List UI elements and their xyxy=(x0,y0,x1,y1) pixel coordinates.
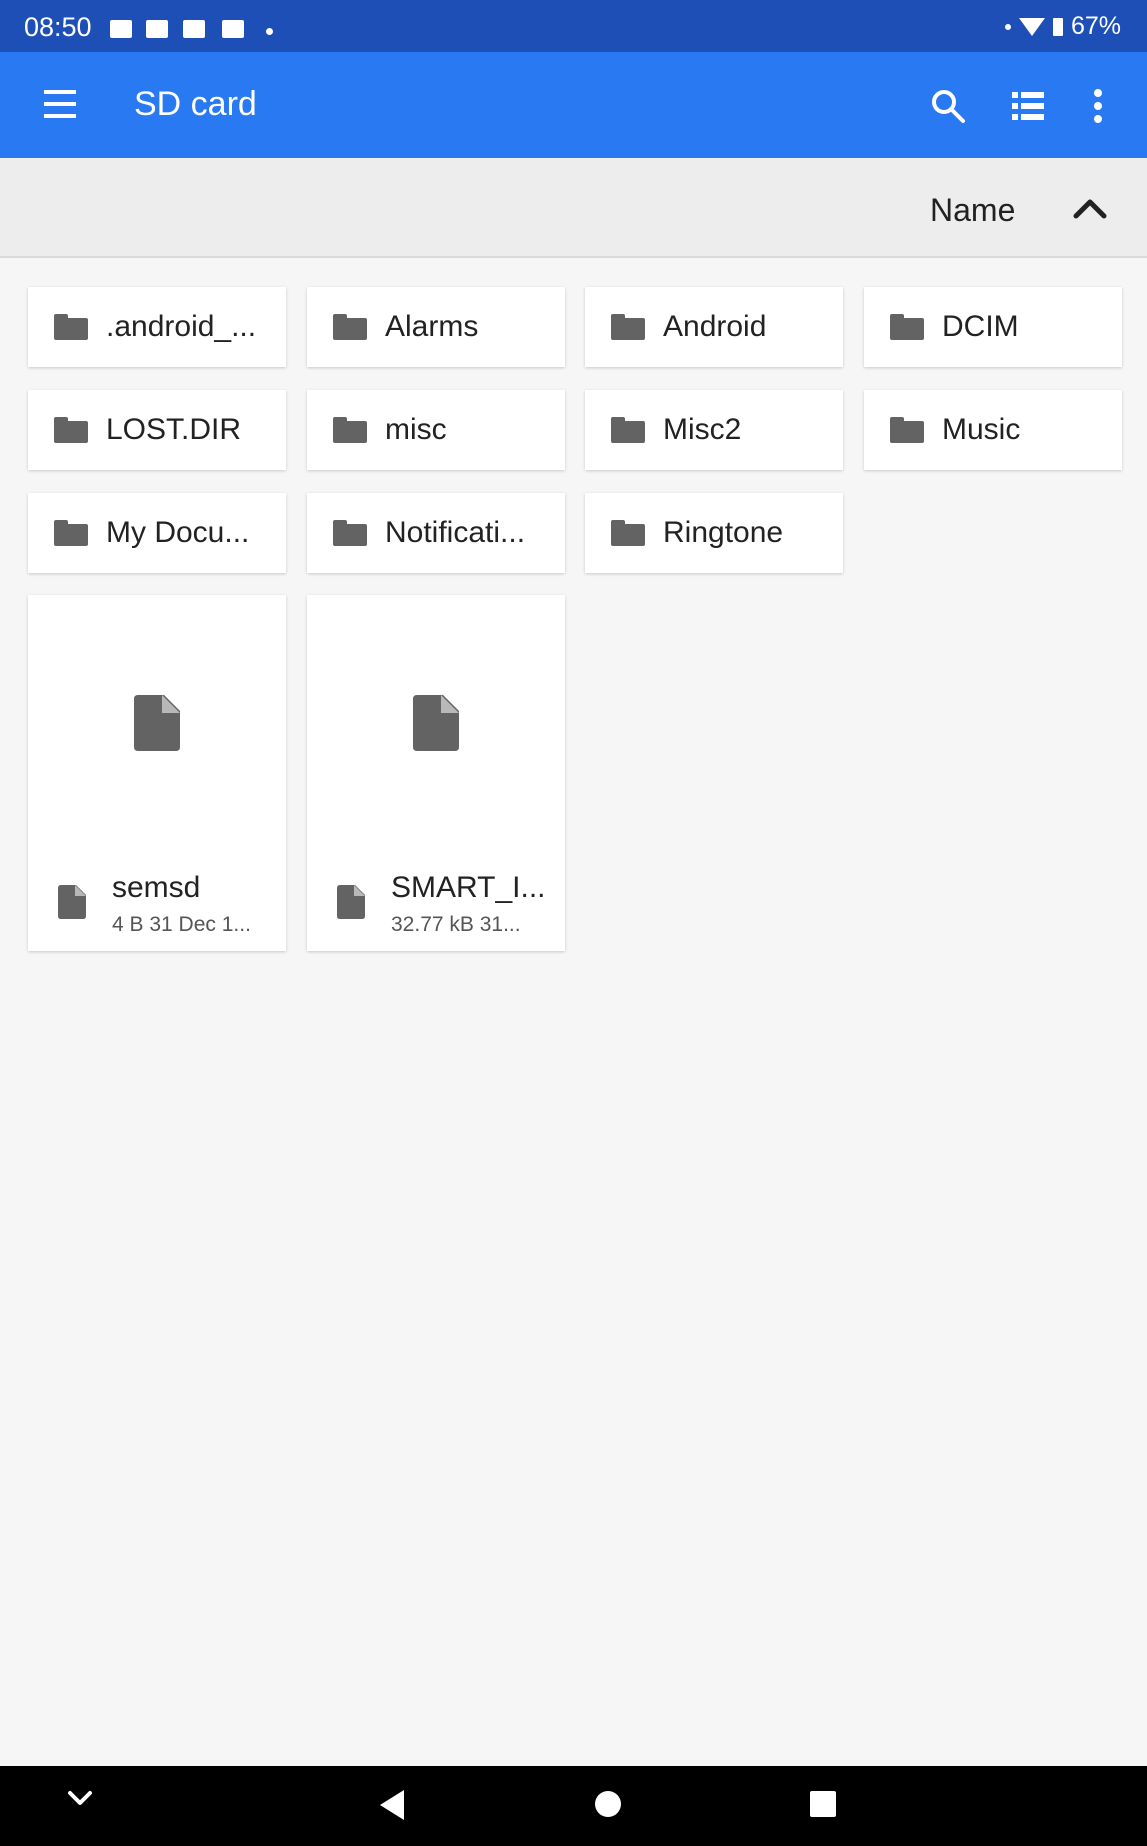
search-icon[interactable] xyxy=(928,86,968,126)
sort-label[interactable]: Name xyxy=(930,192,1015,229)
calendar-icon xyxy=(110,20,132,38)
folder-icon xyxy=(54,417,88,443)
folder-icon xyxy=(611,417,645,443)
battery-level: 67% xyxy=(1070,12,1121,40)
file-icon xyxy=(134,695,180,751)
home-icon[interactable] xyxy=(595,1791,621,1817)
folder-icon xyxy=(333,417,367,443)
folder-name: Ringtone xyxy=(663,516,784,549)
folder-icon xyxy=(611,314,645,340)
folder-name: Android xyxy=(663,310,767,343)
folder-name: My Docu... xyxy=(106,516,250,549)
folder-name: Alarms xyxy=(385,310,479,343)
notification-dot-icon xyxy=(266,28,273,35)
file-item[interactable]: SMART_I... 32.77 kB 31... xyxy=(307,595,565,951)
status-time: 08:50 xyxy=(24,12,92,42)
folder-item[interactable]: Music xyxy=(864,390,1122,470)
mail-icon xyxy=(183,20,205,38)
folder-item[interactable]: Misc2 xyxy=(585,390,843,470)
app-bar: SD card xyxy=(0,52,1147,158)
file-item[interactable]: semsd 4 B 31 Dec 1... xyxy=(28,595,286,951)
file-type-icon xyxy=(337,885,365,919)
folder-item[interactable]: Notificati... xyxy=(307,493,565,573)
file-name: SMART_I... xyxy=(391,871,546,904)
list-view-icon[interactable] xyxy=(1012,92,1044,120)
status-right: 67% xyxy=(1004,12,1121,41)
folder-name: LOST.DIR xyxy=(106,413,242,446)
chevron-up-icon[interactable] xyxy=(1070,192,1110,222)
folder-item[interactable]: Ringtone xyxy=(585,493,843,573)
file-name: semsd xyxy=(112,871,201,904)
folder-name: Music xyxy=(942,413,1021,446)
battery-icon xyxy=(1052,17,1063,36)
wifi-icon xyxy=(1018,17,1045,36)
file-icon xyxy=(413,695,459,751)
photo-icon xyxy=(146,20,168,38)
file-meta: 32.77 kB 31... xyxy=(391,913,521,936)
status-bar: 08:50 67% xyxy=(0,0,1147,52)
page-title: SD card xyxy=(134,85,257,123)
folder-item[interactable]: .android_... xyxy=(28,287,286,367)
chevron-down-icon[interactable] xyxy=(66,1788,94,1810)
back-icon[interactable] xyxy=(380,1790,404,1820)
folder-icon xyxy=(333,520,367,546)
sort-bar: Name xyxy=(0,158,1147,258)
folder-icon xyxy=(54,520,88,546)
folder-name: DCIM xyxy=(942,310,1019,343)
folder-item[interactable]: LOST.DIR xyxy=(28,390,286,470)
folder-name: .android_... xyxy=(106,310,257,343)
folder-icon xyxy=(611,520,645,546)
folder-item[interactable]: misc xyxy=(307,390,565,470)
folder-icon xyxy=(333,314,367,340)
folder-name: Misc2 xyxy=(663,413,742,446)
folder-item[interactable]: Android xyxy=(585,287,843,367)
folder-icon xyxy=(890,417,924,443)
signal-dot-icon xyxy=(1004,23,1011,30)
folder-item[interactable]: DCIM xyxy=(864,287,1122,367)
folder-item[interactable]: My Docu... xyxy=(28,493,286,573)
folder-icon xyxy=(890,314,924,340)
folder-icon xyxy=(54,314,88,340)
folder-name: Notificati... xyxy=(385,516,526,549)
menu-icon[interactable] xyxy=(44,90,76,118)
recents-icon[interactable] xyxy=(810,1791,836,1817)
navigation-bar xyxy=(0,1766,1147,1846)
file-meta: 4 B 31 Dec 1... xyxy=(112,913,251,936)
file-type-icon xyxy=(58,885,86,919)
folder-item[interactable]: Alarms xyxy=(307,287,565,367)
folder-name: misc xyxy=(385,413,447,446)
card-icon xyxy=(222,20,244,38)
more-vert-icon[interactable] xyxy=(1086,88,1110,124)
